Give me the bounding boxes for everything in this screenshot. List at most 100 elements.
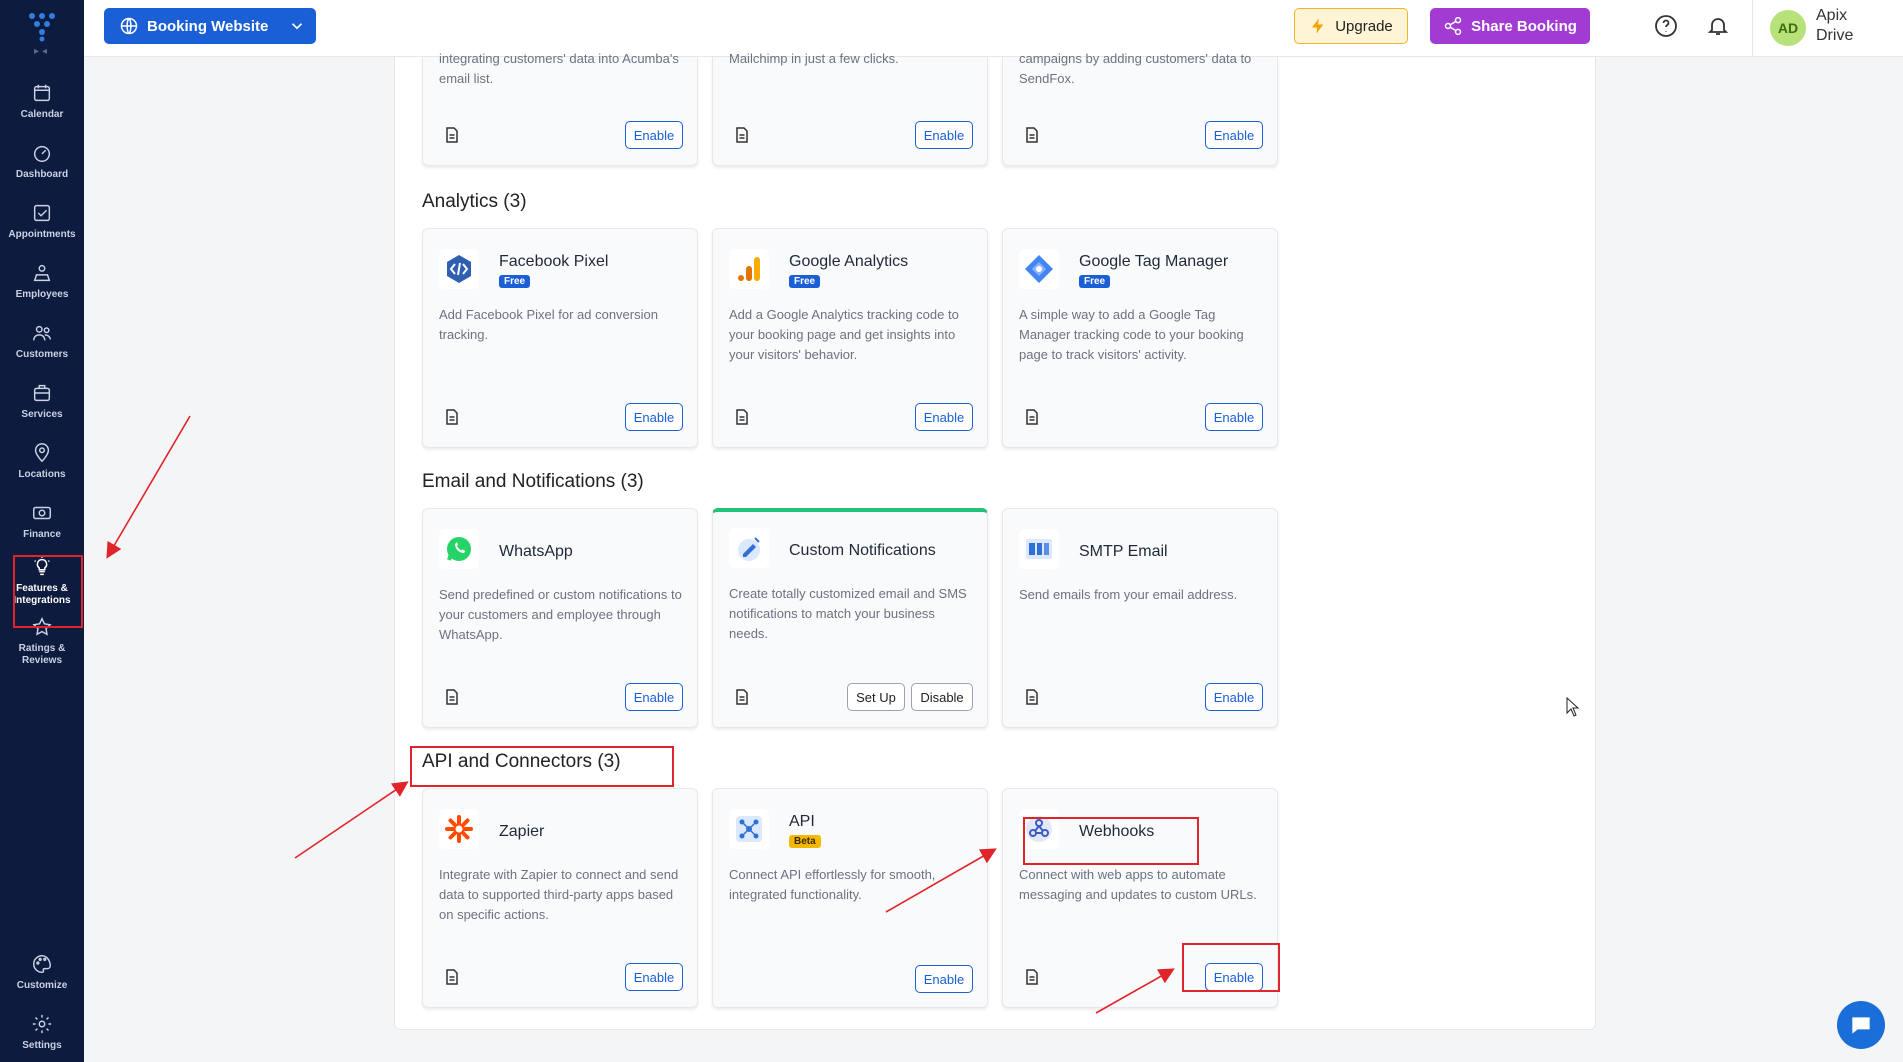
document-icon[interactable]: [445, 127, 459, 143]
sidebar-item-customize[interactable]: Customize: [0, 942, 84, 1002]
card-title: Custom Notifications: [789, 542, 936, 559]
sidebar-item-employees[interactable]: Employees: [0, 251, 84, 311]
annotation-arrow: [294, 781, 409, 859]
card-title: Facebook Pixel: [499, 253, 609, 270]
card-title: WhatsApp: [499, 543, 573, 560]
card-description: Integrate with Zapier to connect and sen…: [439, 867, 679, 922]
document-icon[interactable]: [735, 689, 749, 705]
enable-button[interactable]: Enable: [1205, 403, 1263, 431]
chat-bubble-icon: [1852, 1017, 1870, 1034]
user-name[interactable]: Apix Drive: [1816, 6, 1876, 46]
enable-button[interactable]: Enable: [915, 965, 973, 993]
upgrade-label: Upgrade: [1335, 17, 1393, 35]
sidebar-item-calendar[interactable]: Calendar: [0, 71, 84, 131]
integration-card-api: API Beta Connect API effortlessly for sm…: [712, 788, 988, 1008]
google-tag-manager-icon: [1019, 249, 1059, 289]
card-description: Create totally customized email and SMS …: [729, 586, 967, 641]
upgrade-button[interactable]: Upgrade: [1294, 8, 1408, 44]
enable-button[interactable]: Enable: [625, 683, 683, 711]
card-title: Zapier: [499, 823, 545, 840]
avatar[interactable]: AD: [1770, 10, 1806, 46]
finance-icon: [33, 506, 51, 519]
document-icon[interactable]: [735, 409, 749, 425]
document-icon[interactable]: [445, 689, 459, 705]
document-icon[interactable]: [735, 127, 749, 143]
dashboard-icon: [33, 145, 51, 162]
lightning-icon: [1312, 18, 1324, 34]
bell-icon[interactable]: [1706, 14, 1730, 38]
customers-icon: [33, 325, 51, 341]
location-pin-icon: [34, 442, 50, 463]
card-description: Send predefined or custom notifications …: [439, 587, 682, 642]
enable-button[interactable]: Enable: [1205, 683, 1263, 711]
integration-card-smtp-email: SMTP Email Send emails from your email a…: [1002, 508, 1278, 728]
sidebar-item-services[interactable]: Services: [0, 371, 84, 431]
document-icon[interactable]: [1025, 409, 1039, 425]
document-icon[interactable]: [1025, 969, 1039, 985]
chat-support-button[interactable]: [1837, 1001, 1885, 1049]
integration-card-partial: Mailchimp in just a few clicks. Enable: [712, 51, 988, 166]
annotation-box-features: [13, 555, 83, 628]
enable-button[interactable]: Enable: [915, 121, 973, 149]
enable-button[interactable]: Enable: [1205, 121, 1263, 149]
topbar-divider: [1752, 0, 1753, 57]
site-selector-button[interactable]: Booking Website: [104, 8, 316, 44]
sidebar-item-customers[interactable]: Customers: [0, 311, 84, 371]
google-analytics-icon: [729, 249, 769, 289]
sidebar-item-label: Employees: [15, 288, 69, 300]
card-title: SMTP Email: [1079, 543, 1168, 560]
card-description: Add a Google Analytics tracking code to …: [729, 307, 959, 362]
collapse-sidebar-icon[interactable]: ▸◂: [34, 46, 50, 57]
free-badge: Free: [499, 275, 531, 288]
integration-card-google-tag-manager: Google Tag Manager Free A simple way to …: [1002, 228, 1278, 448]
chevron-down-icon: [291, 23, 303, 30]
sidebar-item-locations[interactable]: Locations: [0, 431, 84, 491]
integration-card-partial: campaigns by adding customers' data to S…: [1002, 51, 1278, 166]
sidebar-item-finance[interactable]: Finance: [0, 491, 84, 551]
card-description: Mailchimp in just a few clicks.: [729, 51, 899, 66]
sidebar-item-label: Customers: [15, 348, 69, 360]
palette-icon: [33, 954, 51, 973]
enable-button[interactable]: Enable: [625, 121, 683, 149]
annotation-box-api-section: [410, 746, 674, 787]
integration-card-google-analytics: Google Analytics Free Add a Google Analy…: [712, 228, 988, 448]
calendar-icon: [33, 84, 51, 101]
api-icon: [729, 809, 769, 849]
sidebar-item-label: Settings: [22, 1039, 62, 1051]
beta-badge: Beta: [789, 835, 821, 848]
services-icon: [33, 384, 51, 401]
mouse-cursor-icon: [1566, 697, 1580, 717]
whatsapp-icon: [439, 529, 479, 569]
card-description: Connect with web apps to automate messag…: [1019, 867, 1257, 902]
sidebar-item-label: Appointments: [8, 228, 76, 240]
document-icon[interactable]: [1025, 127, 1039, 143]
enable-button[interactable]: Enable: [625, 963, 683, 991]
set-up-button[interactable]: Set Up: [847, 683, 905, 711]
help-icon[interactable]: [1654, 14, 1678, 38]
enable-button[interactable]: Enable: [915, 403, 973, 431]
section-title-analytics: Analytics (3): [422, 191, 527, 212]
section-title-email-notifications: Email and Notifications (3): [422, 471, 644, 492]
sidebar-item-dashboard[interactable]: Dashboard: [0, 131, 84, 191]
annotation-arrow: [106, 415, 191, 559]
document-icon[interactable]: [445, 969, 459, 985]
app-logo-icon[interactable]: [26, 10, 58, 42]
zapier-icon: [439, 809, 479, 849]
sidebar: ▸◂ Calendar Dashboard Appointments Emplo…: [0, 0, 84, 1062]
sidebar-item-label: Locations: [18, 468, 66, 480]
document-icon[interactable]: [1025, 689, 1039, 705]
sidebar-item-settings[interactable]: Settings: [0, 1002, 84, 1062]
sidebar-item-appointments[interactable]: Appointments: [0, 191, 84, 251]
card-title: Google Analytics: [789, 253, 909, 270]
share-booking-label: Share Booking: [1471, 17, 1577, 35]
facebook-pixel-icon: [439, 249, 479, 289]
share-booking-button[interactable]: Share Booking: [1430, 8, 1590, 44]
document-icon[interactable]: [445, 409, 459, 425]
enable-button[interactable]: Enable: [625, 403, 683, 431]
disable-button[interactable]: Disable: [911, 683, 973, 711]
employees-icon: [33, 264, 51, 281]
sidebar-item-label: Dashboard: [15, 168, 69, 180]
top-bar: Booking Website Upgrade Share Booking AD…: [84, 0, 1903, 57]
free-badge: Free: [1079, 275, 1111, 288]
card-description: campaigns by adding customers' data to S…: [1019, 51, 1252, 86]
